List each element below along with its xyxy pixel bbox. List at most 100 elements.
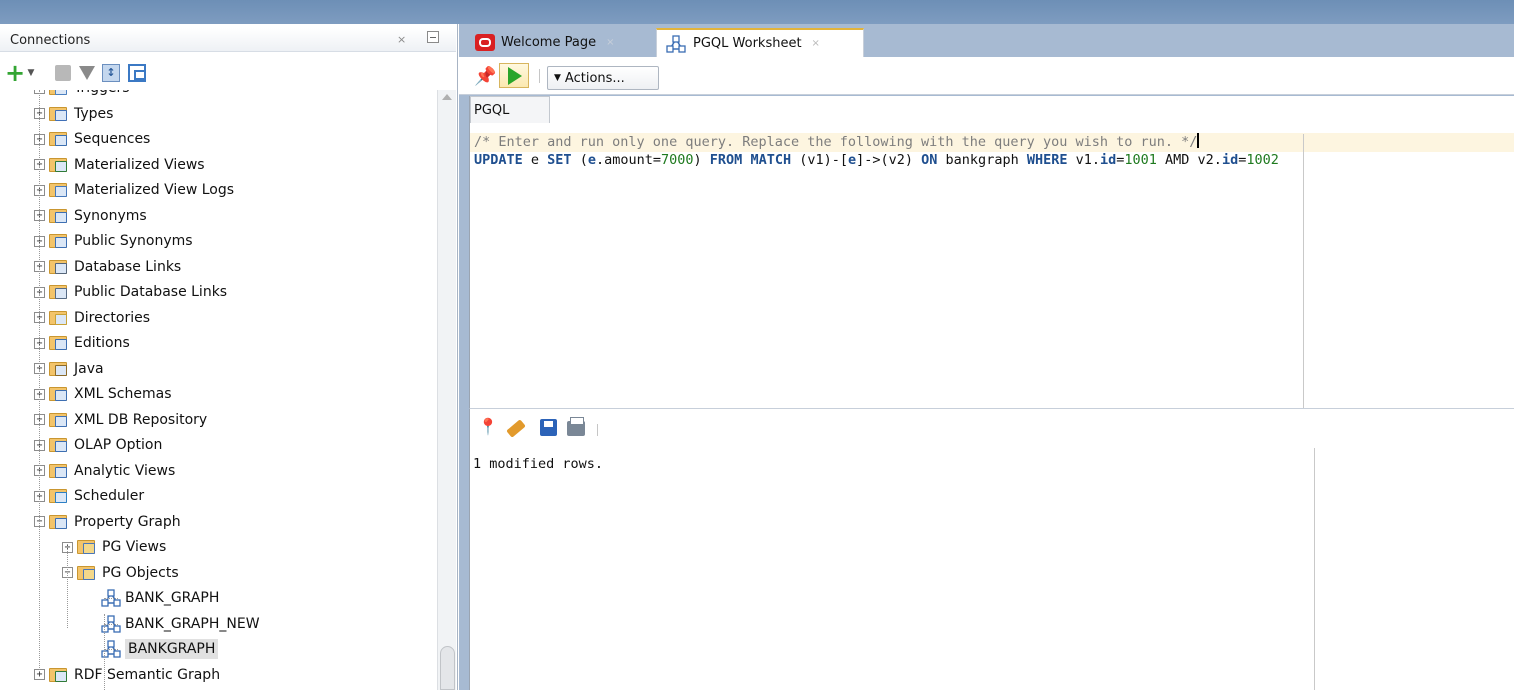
folder-icon [49, 463, 69, 479]
tab-welcome-page[interactable]: Welcome Page × [467, 28, 653, 57]
folder-icon [49, 233, 69, 249]
tree-item-label: Analytic Views [74, 462, 176, 479]
run-query-button[interactable] [499, 63, 529, 88]
tree-item[interactable]: + Java [34, 357, 104, 381]
editor-tab-strip: Welcome Page × PGQL Worksheet × [459, 24, 1514, 57]
tree-item-label: Scheduler [74, 488, 145, 504]
actions-dropdown[interactable]: ▼ Actions... [547, 66, 659, 90]
minimize-icon[interactable] [427, 31, 439, 43]
query-text-area[interactable]: /* Enter and run only one query. Replace… [470, 122, 1514, 408]
comment-line[interactable]: /* Enter and run only one query. Replace… [470, 133, 1514, 152]
folder-icon [49, 157, 69, 173]
tree-item[interactable]: + Materialized Views [34, 153, 205, 177]
new-connection-button[interactable]: + [4, 61, 26, 85]
new-connection-dropdown[interactable]: ▼ [26, 62, 36, 84]
tree-item[interactable]: + Directories [34, 306, 150, 330]
folder-icon [49, 310, 69, 326]
caret-down-icon: ▼ [27, 68, 35, 78]
sort-button[interactable]: ↕ [100, 62, 122, 84]
tree-item[interactable]: + PG Views [62, 535, 166, 559]
tree-item-label: Editions [74, 335, 130, 351]
folder-icon [49, 412, 69, 428]
save-icon[interactable] [540, 419, 557, 436]
tree-item-label: PG Objects [102, 564, 179, 581]
tree-item-label: XML Schemas [74, 386, 172, 402]
tree-item[interactable]: + Types [34, 102, 113, 126]
tree-item[interactable]: + Editions [34, 331, 130, 355]
tree-item[interactable]: + OLAP Option [34, 433, 162, 457]
connections-toolbar: + ▼ ↕ [0, 54, 456, 94]
folder-icon [49, 335, 69, 351]
close-icon[interactable]: × [397, 33, 406, 46]
graph-icon [666, 34, 686, 53]
tree-item[interactable]: + Public Synonyms [34, 229, 193, 253]
text-caret [1197, 133, 1200, 148]
tree-scrollbar[interactable] [437, 90, 456, 690]
tree-item-label: Public Synonyms [74, 233, 193, 249]
tree-item[interactable]: + Materialized View Logs [34, 178, 234, 202]
query-line[interactable]: UPDATE e SET (e.amount=7000) FROM MATCH … [470, 152, 1279, 171]
tree-item-label: Triggers [74, 90, 130, 96]
filter-icon [79, 66, 95, 80]
sort-icon: ↕ [102, 64, 120, 82]
tree-item[interactable]: + Database Links [34, 255, 181, 279]
query-results-output[interactable]: 1 modified rows. [469, 448, 1514, 690]
connections-header: Connections × [0, 28, 456, 52]
filter-button[interactable] [76, 62, 98, 84]
folder-icon [77, 565, 97, 581]
toolbar-separator [597, 424, 598, 436]
scroll-up-icon[interactable] [442, 94, 452, 100]
tab-label: PGQL Worksheet [693, 36, 802, 51]
tree-connector [104, 614, 105, 690]
folder-icon [49, 106, 69, 122]
expand-icon[interactable]: + [34, 669, 45, 680]
results-right-margin [1314, 448, 1315, 690]
tab-pgql-worksheet[interactable]: PGQL Worksheet × [656, 28, 864, 57]
tree-item[interactable]: + Public Database Links [34, 280, 227, 304]
tree-connector [104, 598, 118, 599]
tree-item[interactable]: + XML DB Repository [34, 408, 207, 432]
tree-item[interactable]: +Triggers [34, 90, 130, 100]
tree-item-label: BANK_GRAPH_NEW [125, 615, 260, 632]
tree-item[interactable]: BANK_GRAPH_NEW [100, 612, 260, 636]
tree-item-label: Java [74, 360, 104, 377]
folder-icon [49, 182, 69, 198]
tree-item[interactable]: + Analytic Views [34, 459, 175, 483]
results-toolbar: 📍 [469, 408, 1514, 448]
folder-icon [49, 361, 69, 377]
pin-icon[interactable]: 📌 [474, 66, 496, 87]
tree-item[interactable]: − Property Graph [34, 510, 181, 534]
folder-icon [49, 386, 69, 402]
clear-output-icon[interactable] [506, 419, 526, 438]
tree-item[interactable]: + XML Schemas [34, 382, 172, 406]
schema-browser-button[interactable] [126, 62, 148, 84]
tree-item-label: Database Links [74, 258, 182, 275]
pin-icon[interactable]: 📍 [478, 417, 498, 437]
refresh-button[interactable] [52, 62, 74, 84]
close-tab-icon[interactable]: × [606, 37, 614, 48]
query-editor[interactable]: PGQL /* Enter and run only one query. Re… [469, 96, 1514, 408]
folder-icon [49, 284, 69, 300]
close-tab-icon[interactable]: × [812, 38, 820, 49]
caret-down-icon: ▼ [554, 73, 561, 83]
folder-icon [77, 539, 97, 555]
refresh-icon [55, 65, 71, 81]
toolbar-separator [539, 69, 540, 83]
tree-item-label: XML DB Repository [74, 411, 208, 428]
tree-item[interactable]: + Synonyms [34, 204, 147, 228]
tree-item-label: Materialized Views [74, 156, 205, 173]
folder-icon [49, 488, 69, 504]
actions-label: Actions... [564, 70, 625, 86]
folder-icon [49, 90, 69, 96]
schema-browser-icon [128, 64, 146, 82]
tree-item[interactable]: − PG Objects [62, 561, 179, 585]
editor-subtab-pgql[interactable]: PGQL [470, 96, 550, 123]
tree-item[interactable]: + RDF Semantic Graph [34, 663, 220, 687]
print-icon[interactable] [567, 417, 585, 436]
tree-item[interactable]: + Scheduler [34, 484, 144, 508]
scroll-thumb[interactable] [440, 646, 455, 690]
tree-item-label: Types [74, 105, 114, 122]
worksheet-panel: Welcome Page × PGQL Worksheet × 📌 ▼ Acti… [459, 24, 1514, 690]
tree-item[interactable]: + Sequences [34, 127, 150, 151]
folder-icon [49, 437, 69, 453]
